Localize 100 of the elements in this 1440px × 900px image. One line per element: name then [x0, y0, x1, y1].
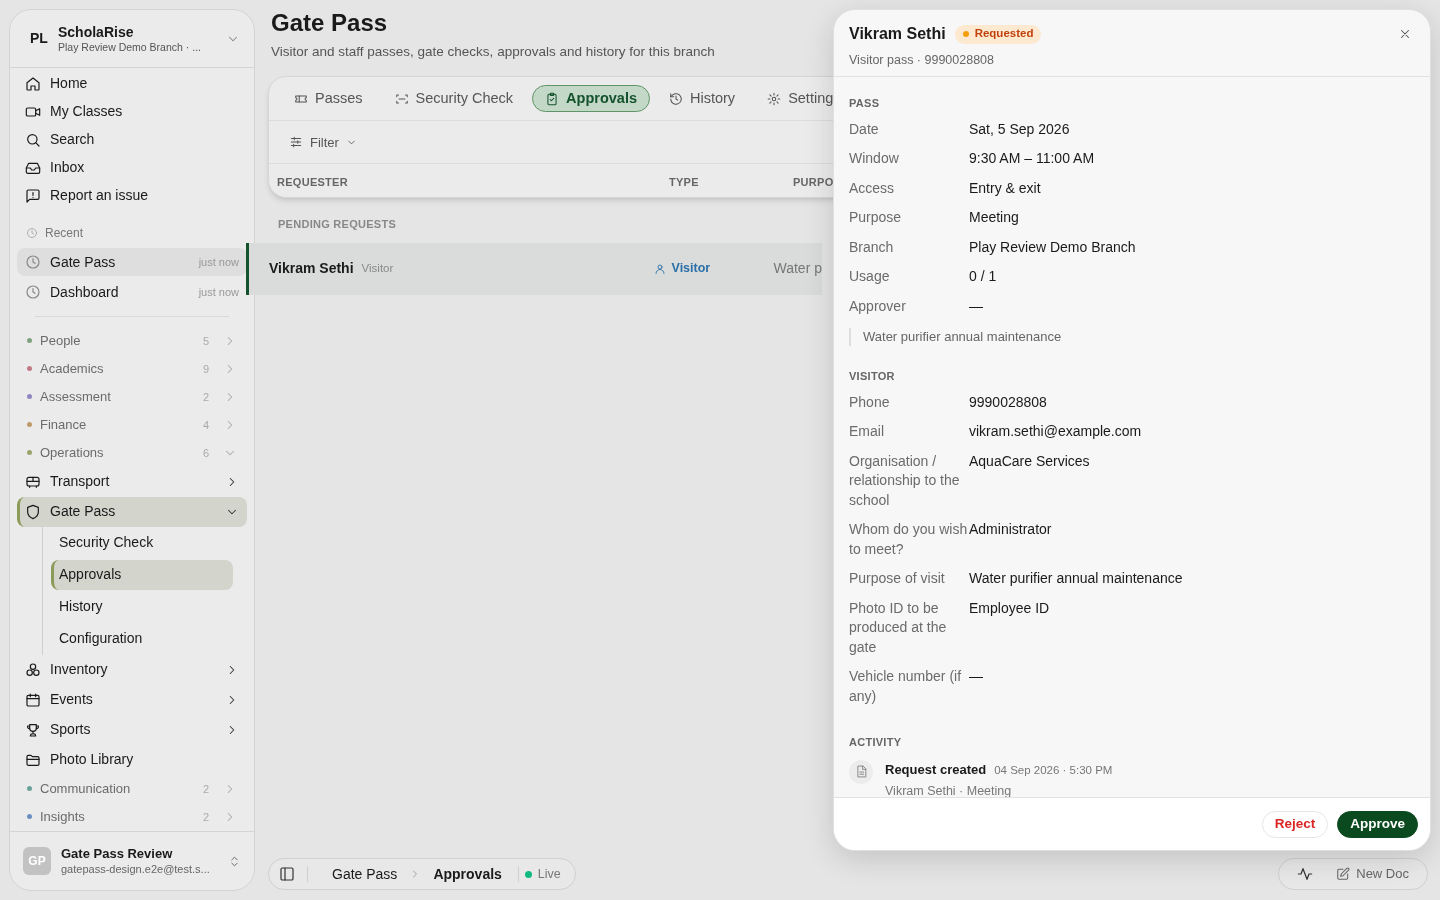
table-row[interactable]: Vikram Sethi Visitor Visitor Water p	[246, 242, 822, 295]
sub-nav-item[interactable]: Security Check	[51, 528, 233, 558]
search-icon	[25, 131, 41, 148]
tab[interactable]: Approvals	[532, 85, 650, 113]
tab[interactable]: History	[656, 85, 749, 113]
activity-button[interactable]	[1297, 866, 1313, 882]
filter-button[interactable]: Filter	[289, 132, 357, 152]
nav-item[interactable]: Home	[17, 70, 247, 98]
type-label: Visitor	[671, 260, 711, 278]
nav-group[interactable]: People 5	[17, 327, 247, 355]
field-label: Date	[849, 119, 880, 139]
home-icon	[25, 75, 41, 92]
tab[interactable]: Security Check	[381, 85, 527, 113]
nav-item[interactable]: Transport	[17, 467, 247, 497]
nav-item[interactable]: Inventory	[17, 655, 247, 685]
section-heading: VISITOR	[849, 369, 896, 384]
nav-item[interactable]: Events	[17, 685, 247, 715]
field-value: 0 / 1	[969, 267, 997, 286]
drawer-title: Vikram Sethi	[849, 24, 946, 44]
activity-detail: Vikram Sethi · Meeting	[885, 783, 1013, 797]
count-label: 4	[202, 417, 209, 433]
section-heading: PASS	[849, 96, 881, 111]
workspace-name: ScholaRise	[58, 23, 135, 40]
field-label: Vehicle number (if any)	[849, 667, 963, 706]
nav-item[interactable]: Sports	[17, 715, 247, 745]
status-badge: Requested	[954, 24, 1042, 44]
nav-item[interactable]: Photo Library	[17, 745, 247, 775]
sub-nav-item[interactable]: Configuration	[51, 624, 233, 654]
workspace-switcher[interactable]: PL ScholaRise Play Review Demo Branch · ...	[10, 10, 254, 68]
pulse-icon	[1297, 866, 1313, 882]
field-value: —	[969, 667, 983, 686]
field-value: Meeting	[969, 208, 1019, 227]
panel-icon	[279, 866, 295, 882]
field-value: —	[969, 296, 983, 316]
count-label: 9	[202, 361, 209, 377]
nav-group[interactable]: Assessment 2	[17, 383, 247, 411]
sidebar-toggle-button[interactable]	[277, 864, 297, 884]
scan-icon	[394, 91, 409, 106]
approve-button[interactable]: Approve	[1337, 810, 1418, 838]
nav-group[interactable]: Academics 9	[17, 355, 247, 383]
field-value: Employee ID	[969, 598, 1050, 618]
recent-item[interactable]: Dashboard just now	[17, 278, 247, 307]
field-label: Organisation / relationship to the school	[849, 451, 961, 510]
section-label: Recent	[45, 224, 84, 242]
close-icon	[1398, 27, 1412, 41]
tab[interactable]: Passes	[281, 85, 376, 113]
field-value: Entry & exit	[969, 178, 1041, 198]
group-label: PENDING REQUESTS	[278, 217, 397, 233]
close-button[interactable]	[1398, 27, 1412, 41]
nav-group[interactable]: Operations 6	[17, 439, 247, 467]
section-heading: ACTIVITY	[849, 735, 903, 750]
sub-nav-item[interactable]: History	[51, 592, 233, 622]
reject-button[interactable]: Reject	[1261, 810, 1329, 838]
shield-icon	[25, 504, 41, 520]
new-doc-button[interactable]: New Doc	[1336, 864, 1409, 884]
note-text: Water purifier annual maintenance	[849, 328, 1415, 346]
status-label: Live	[537, 865, 561, 883]
nav-item[interactable]: Search	[17, 125, 247, 154]
page-title: Gate Pass	[271, 9, 388, 37]
count-label: 2	[202, 781, 209, 797]
field-value: Water purifier annual maintenance	[969, 569, 1183, 588]
nav-item[interactable]: Gate Pass	[17, 497, 247, 527]
timestamp: just now	[198, 254, 239, 270]
nav-item[interactable]: Report an issue	[17, 181, 247, 210]
account-switcher[interactable]: GP Gate Pass Review gatepass-design.e2e@test.s...	[10, 831, 254, 890]
field-label: Purpose	[849, 208, 903, 227]
boxes-icon	[25, 662, 41, 678]
requester-name: Vikram Sethi	[269, 259, 354, 279]
field-value: 9990028808	[969, 392, 1047, 412]
clock-icon	[25, 254, 41, 271]
nav-group[interactable]: Insights 2	[17, 803, 247, 831]
recent-item[interactable]: Gate Pass just now	[17, 248, 247, 277]
field-label: Purpose of visit	[849, 569, 946, 588]
column-header: TYPE	[669, 175, 699, 188]
field-label: Photo ID to be produced at the gate	[849, 598, 948, 657]
count-label: 2	[202, 389, 209, 405]
field-label: Phone	[849, 392, 891, 412]
clock-icon	[26, 226, 38, 239]
user-name: Gate Pass Review	[61, 846, 174, 862]
activity-title: Request created	[885, 760, 987, 779]
drawer-subtitle: Visitor pass · 9990028808	[849, 52, 995, 69]
nav-item[interactable]: Inbox	[17, 153, 247, 182]
field-value: vikram.sethi@example.com	[969, 422, 1142, 441]
field-value: 9:30 AM – 11:00 AM	[969, 149, 1095, 168]
folder-icon	[25, 752, 41, 768]
sub-nav-item[interactable]: Approvals	[51, 560, 233, 590]
count-label: 5	[202, 333, 209, 349]
requester-subtitle: Visitor	[361, 261, 394, 277]
field-label: Whom do you wish to meet?	[849, 520, 969, 559]
field-value: Administrator	[969, 520, 1052, 539]
nav-group[interactable]: Communication 2	[17, 775, 247, 803]
table-cell-text: Water p	[773, 259, 822, 279]
message-alert-icon	[25, 187, 41, 204]
bus-icon	[25, 474, 41, 490]
field-label: Access	[849, 178, 896, 198]
clipboard-check-icon	[545, 91, 560, 106]
nav-item[interactable]: My Classes	[17, 97, 247, 126]
nav-group[interactable]: Finance 4	[17, 411, 247, 439]
breadcrumb-item[interactable]: Approvals	[433, 863, 502, 885]
breadcrumb-item[interactable]: Gate Pass	[332, 863, 398, 885]
